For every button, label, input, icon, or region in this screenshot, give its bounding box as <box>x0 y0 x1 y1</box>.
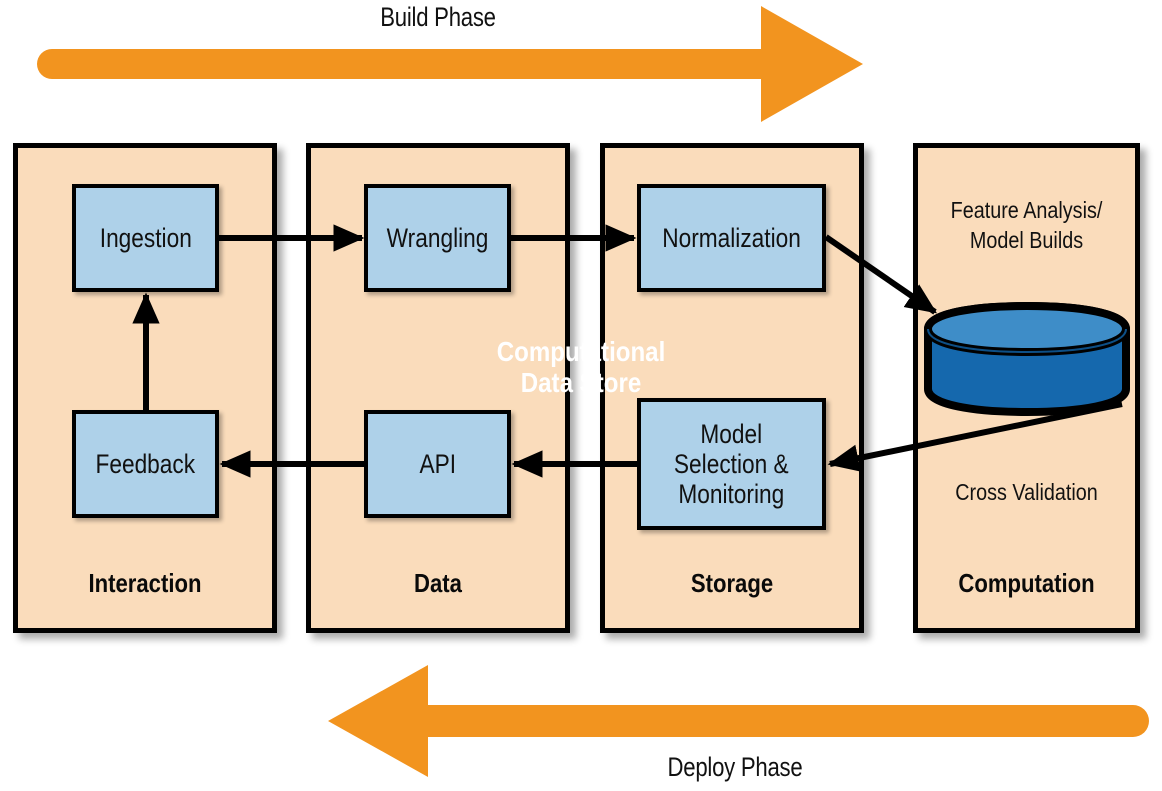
deploy-phase-label: Deploy Phase <box>667 752 803 782</box>
deploy-phase-arrow-layer <box>328 665 1149 777</box>
diagram-canvas: Build Phase Interaction Ingestion Feedba… <box>0 0 1162 791</box>
